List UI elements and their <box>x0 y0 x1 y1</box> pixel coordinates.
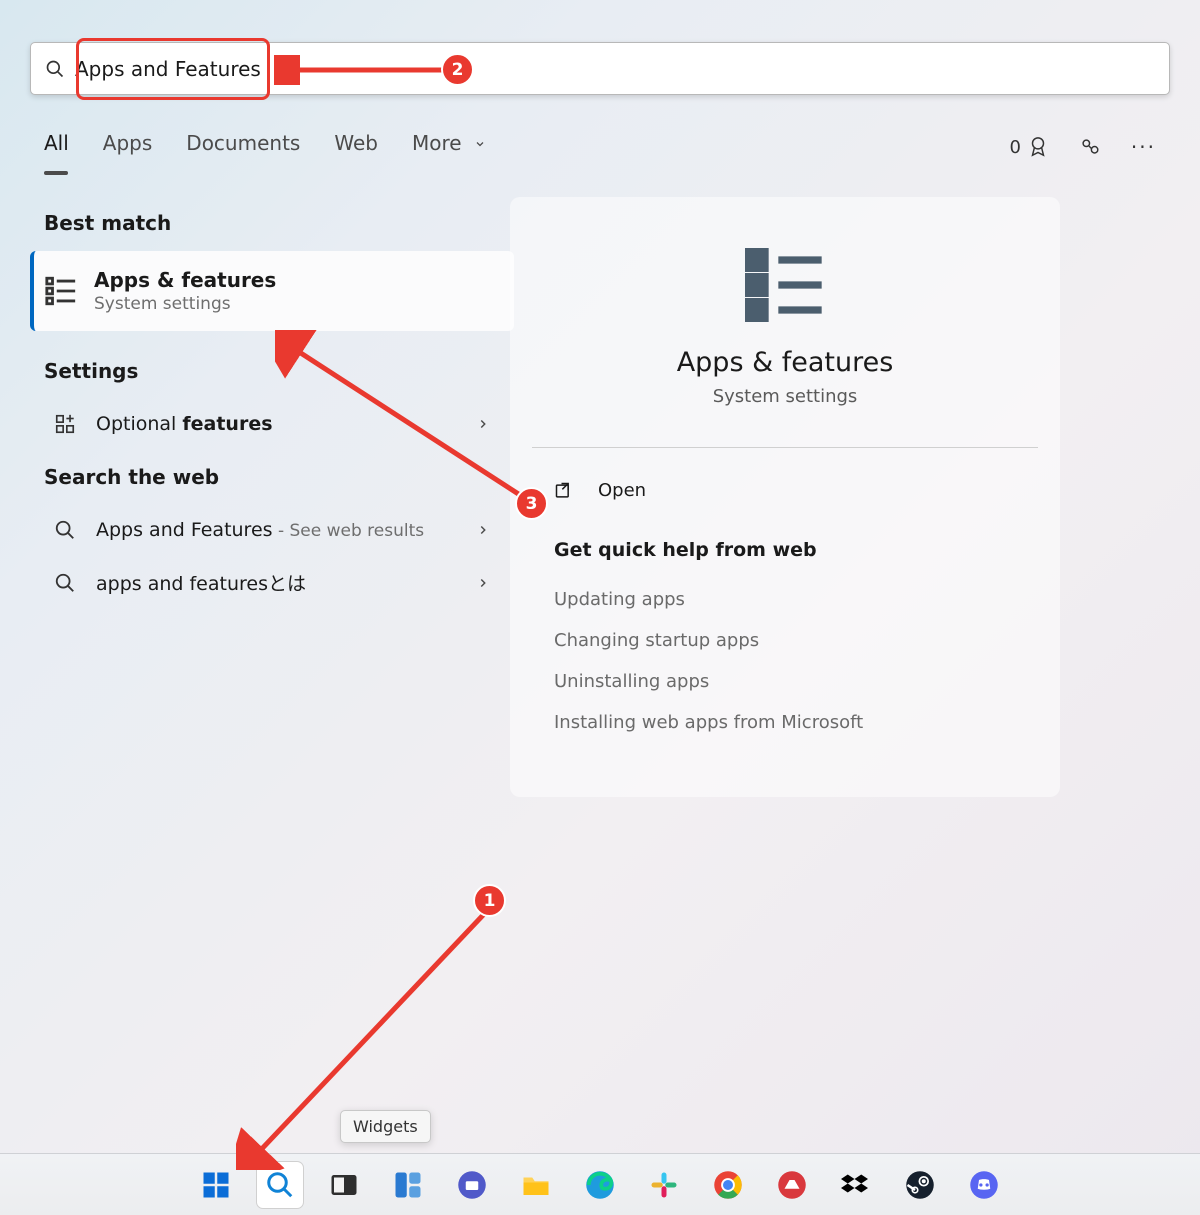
taskbar <box>0 1153 1200 1215</box>
help-link-3[interactable]: Installing web apps from Microsoft <box>538 702 1032 743</box>
apps-grid-plus-icon <box>54 413 76 435</box>
search-bar[interactable] <box>30 42 1170 95</box>
settings-item-label: Optional features <box>96 413 273 435</box>
results-column: Best match Apps & features System settin… <box>44 211 500 610</box>
taskbar-app-dropbox[interactable] <box>833 1162 879 1208</box>
best-match-title: Apps & features <box>94 268 276 292</box>
search-icon <box>265 1170 295 1200</box>
details-panel: Apps & features System settings Open Get… <box>510 197 1060 797</box>
search-icon <box>54 519 76 541</box>
open-label: Open <box>598 480 646 501</box>
web-result-label: apps and featuresとは <box>96 569 306 596</box>
account-switch-icon[interactable] <box>1079 136 1101 158</box>
steam-icon <box>905 1170 935 1200</box>
taskbar-app-discord[interactable] <box>961 1162 1007 1208</box>
open-button[interactable]: Open <box>538 470 1032 511</box>
folder-icon <box>521 1170 551 1200</box>
task-view-button[interactable] <box>321 1162 367 1208</box>
start-button[interactable] <box>193 1162 239 1208</box>
windows-logo-icon <box>201 1170 231 1200</box>
widgets-icon <box>393 1170 423 1200</box>
annotation-circle-1: 1 <box>473 884 506 917</box>
best-match-header: Best match <box>44 211 500 235</box>
help-link-2[interactable]: Uninstalling apps <box>538 661 1032 702</box>
task-view-icon <box>329 1170 359 1200</box>
vpn-icon <box>777 1170 807 1200</box>
taskbar-app-steam[interactable] <box>897 1162 943 1208</box>
dropbox-icon <box>841 1170 871 1200</box>
tab-apps[interactable]: Apps <box>103 131 153 163</box>
filter-tabs: All Apps Documents Web More 0 ··· <box>44 131 1156 163</box>
best-match-subtitle: System settings <box>94 294 276 314</box>
medal-icon <box>1027 136 1049 158</box>
annotation-circle-3: 3 <box>515 487 548 520</box>
chevron-right-icon <box>476 576 490 590</box>
help-link-1[interactable]: Changing startup apps <box>538 620 1032 661</box>
web-result-0[interactable]: Apps and Features - See web results <box>44 505 500 555</box>
tab-web[interactable]: Web <box>334 131 378 163</box>
help-link-0[interactable]: Updating apps <box>538 579 1032 620</box>
divider <box>532 447 1038 448</box>
slack-icon <box>649 1170 679 1200</box>
settings-item-optional-features[interactable]: Optional features <box>44 399 500 449</box>
tab-documents[interactable]: Documents <box>186 131 300 163</box>
chevron-down-icon <box>474 138 486 150</box>
apps-list-large-icon <box>745 245 825 325</box>
taskbar-app-expressvpn[interactable] <box>769 1162 815 1208</box>
web-header: Search the web <box>44 465 500 489</box>
tab-all[interactable]: All <box>44 131 69 163</box>
search-taskbar-button[interactable] <box>257 1162 303 1208</box>
taskbar-app-edge[interactable] <box>577 1162 623 1208</box>
search-input[interactable] <box>75 57 1155 81</box>
web-result-label: Apps and Features - See web results <box>96 519 424 541</box>
chevron-right-icon <box>476 523 490 537</box>
chrome-icon <box>713 1170 743 1200</box>
search-icon <box>54 572 76 594</box>
chevron-right-icon <box>476 417 490 431</box>
panel-subtitle: System settings <box>538 386 1032 407</box>
chat-icon <box>457 1170 487 1200</box>
tab-more-label: More <box>412 131 462 155</box>
discord-icon <box>969 1170 999 1200</box>
panel-title: Apps & features <box>538 347 1032 378</box>
edge-icon <box>585 1170 615 1200</box>
more-options-button[interactable]: ··· <box>1131 135 1156 159</box>
taskbar-app-chat[interactable] <box>449 1162 495 1208</box>
annotation-circle-2: 2 <box>441 53 474 86</box>
settings-header: Settings <box>44 359 500 383</box>
taskbar-app-slack[interactable] <box>641 1162 687 1208</box>
taskbar-app-chrome[interactable] <box>705 1162 751 1208</box>
tab-more[interactable]: More <box>412 131 486 163</box>
search-icon <box>45 59 65 79</box>
taskbar-app-explorer[interactable] <box>513 1162 559 1208</box>
best-match-result[interactable]: Apps & features System settings <box>30 251 514 331</box>
help-header: Get quick help from web <box>554 539 1032 561</box>
rewards-indicator[interactable]: 0 <box>1009 136 1048 158</box>
apps-list-icon <box>44 274 78 308</box>
widgets-button[interactable] <box>385 1162 431 1208</box>
web-result-1[interactable]: apps and featuresとは <box>44 555 500 610</box>
taskbar-tooltip: Widgets <box>340 1110 431 1143</box>
open-external-icon <box>554 481 574 501</box>
rewards-count: 0 <box>1009 137 1020 158</box>
